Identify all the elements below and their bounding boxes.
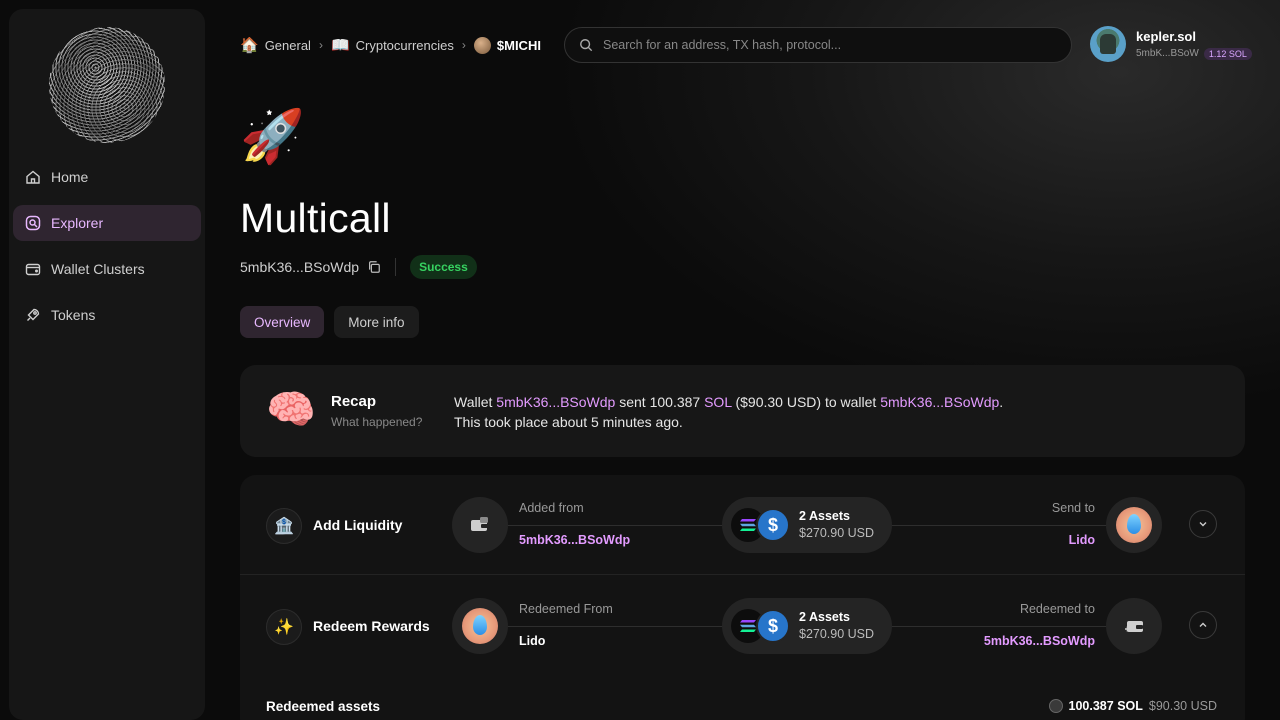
sidebar-item-label: Wallet Clusters [51, 261, 145, 277]
rocket-emoji-icon: 🚀 [240, 108, 305, 166]
sol-coin-icon [1048, 699, 1063, 713]
assets-pill[interactable]: $ 2 Assets $270.90 USD [722, 598, 892, 654]
search-icon [580, 39, 593, 52]
status-badge: Success [410, 255, 477, 279]
token-avatar [473, 36, 491, 54]
usdc-icon: $ [756, 508, 790, 542]
house-icon: 🏠 [240, 37, 259, 54]
sidebar-item-home[interactable]: Home [13, 159, 201, 195]
assets-usd: $270.90 USD [799, 526, 875, 540]
breadcrumb-cryptocurrencies[interactable]: 📖 Cryptocurrencies [331, 36, 454, 54]
recap-text: sent 100.387 [615, 394, 705, 410]
wallet-link[interactable]: 5mbK36...BSoWdp [880, 394, 999, 410]
tx-hash: 5mbK36...BSoWdp [240, 259, 360, 275]
redeemed-assets-title: Redeemed assets [266, 699, 381, 714]
sidebar: Home Explorer Wallet Clusters Tokens [9, 9, 205, 720]
assets-count: 2 Assets [799, 610, 850, 624]
lido-drop-icon [462, 608, 498, 644]
to-wallet-link[interactable]: 5mbK36...BSoWdp [984, 634, 1095, 648]
lido-drop-icon [1116, 507, 1152, 543]
balance-badge: 1.12 SOL [1203, 47, 1252, 60]
chevron-right-icon: › [318, 38, 323, 52]
avatar [1090, 26, 1126, 62]
wallet-avatar[interactable] [452, 497, 508, 553]
from-wallet-link[interactable]: 5mbK36...BSoWdp [519, 533, 630, 547]
search-bar [564, 27, 1072, 63]
recap-text: Wallet [454, 394, 497, 410]
recap-body: Wallet 5mbK36...BSoWdp sent 100.387 SOL … [454, 392, 1003, 432]
redeemed-amount: 100.387 SOL [1068, 699, 1143, 713]
action-label: Redeem Rewards [313, 618, 430, 634]
breadcrumb: 🏠 General › 📖 Cryptocurrencies › $MICHI [240, 35, 541, 55]
actions-card: 🏦 Add Liquidity Added from 5mbK36...BSoW… [240, 475, 1245, 720]
breadcrumb-michi[interactable]: $MICHI [473, 36, 541, 54]
divider [395, 258, 397, 276]
recap-text: ($90.30 USD) to wallet [731, 394, 881, 410]
token-link[interactable]: SOL [704, 394, 732, 410]
search-input[interactable] [603, 38, 1057, 52]
copy-icon[interactable] [367, 260, 381, 274]
sidebar-item-label: Tokens [51, 307, 96, 323]
breadcrumb-general[interactable]: 🏠 General [240, 36, 311, 54]
redeemed-usd: $90.30 USD [1148, 699, 1217, 713]
wallet-icon [471, 517, 488, 531]
to-label: Send to [1051, 501, 1095, 515]
recap-time: This took place about 5 minutes ago. [454, 414, 683, 430]
wallet-icon [25, 263, 41, 276]
action-row-add-liquidity: 🏦 Add Liquidity Added from 5mbK36...BSoW… [240, 475, 1245, 575]
recap-card: 🧠 Recap What happened? Wallet 5mbK36...B… [240, 365, 1245, 457]
to-label: Redeemed to [1019, 602, 1095, 616]
breadcrumb-label: General [264, 37, 311, 53]
brain-icon: 🧠 [266, 388, 316, 432]
assets-count: 2 Assets [799, 509, 850, 523]
bank-icon: 🏦 [266, 508, 302, 544]
breadcrumb-label: $MICHI [496, 37, 541, 53]
page-title: Multicall [240, 195, 391, 241]
chevron-right-icon: › [461, 38, 466, 52]
from-label: Redeemed From [519, 602, 613, 616]
user-profile[interactable]: kepler.sol 5mbK...BSoW 1.12 SOL [1090, 26, 1252, 62]
lido-avatar[interactable] [452, 598, 508, 654]
chevron-down-icon [1199, 522, 1207, 527]
sidebar-item-label: Explorer [51, 215, 104, 231]
redeemed-assets-value: 100.387 SOL $90.30 USD [1048, 699, 1217, 713]
action-label: Add Liquidity [313, 517, 403, 533]
breadcrumb-label: Cryptocurrencies [355, 37, 454, 53]
book-icon: 📖 [330, 37, 350, 54]
from-protocol-link[interactable]: Lido [519, 634, 545, 648]
wallet-link[interactable]: 5mbK36...BSoWdp [496, 394, 615, 410]
recap-subtitle: What happened? [331, 415, 423, 429]
wallet-add-icon [1125, 621, 1143, 632]
collapse-button[interactable] [1189, 611, 1217, 639]
lido-avatar[interactable] [1106, 497, 1162, 553]
recap-text: . [999, 394, 1004, 410]
rocket-icon [27, 308, 40, 321]
tabs: Overview More info [240, 306, 419, 338]
user-address: 5mbK...BSoW [1136, 48, 1199, 59]
sidebar-item-tokens[interactable]: Tokens [13, 297, 201, 333]
chevron-up-icon [1199, 622, 1207, 627]
usdc-icon: $ [756, 609, 790, 643]
assets-pill[interactable]: $ 2 Assets $270.90 USD [722, 497, 892, 553]
sidebar-item-explorer[interactable]: Explorer [13, 205, 201, 241]
sidebar-nav: Home Explorer Wallet Clusters Tokens [13, 159, 201, 343]
logo[interactable] [49, 27, 165, 143]
sparkle-icon: ✨ [266, 609, 302, 645]
explorer-icon [25, 215, 41, 231]
to-protocol-link[interactable]: Lido [1069, 533, 1095, 547]
expand-button[interactable] [1189, 510, 1217, 538]
sidebar-item-label: Home [51, 169, 89, 185]
tab-overview[interactable]: Overview [240, 306, 325, 338]
from-label: Added from [519, 501, 584, 515]
assets-usd: $270.90 USD [799, 627, 875, 641]
tx-hash-row: 5mbK36...BSoWdp Success [240, 255, 477, 279]
wallet-avatar[interactable] [1106, 598, 1162, 654]
action-row-redeem-rewards: ✨ Redeem Rewards Redeemed From Lido $ 2 … [240, 576, 1245, 676]
user-name: kepler.sol [1136, 28, 1196, 44]
recap-title: Recap [331, 393, 377, 410]
home-icon [26, 170, 40, 184]
sidebar-item-wallet-clusters[interactable]: Wallet Clusters [13, 251, 201, 287]
tab-more-info[interactable]: More info [334, 306, 419, 338]
